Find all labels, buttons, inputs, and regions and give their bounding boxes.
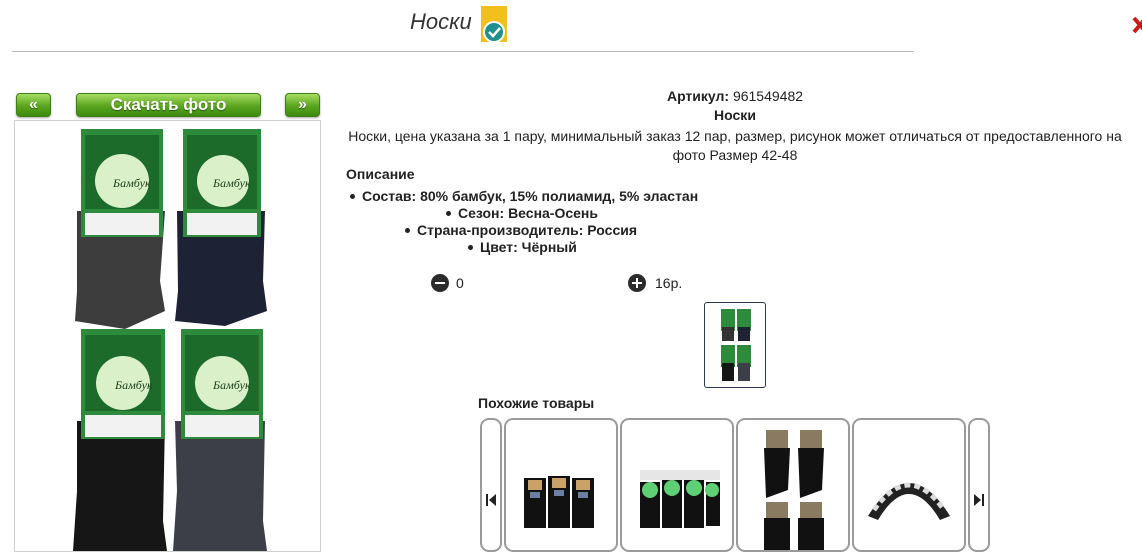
similar-product-card[interactable] (852, 418, 966, 552)
download-photo-button[interactable]: Скачать фото (76, 93, 261, 117)
prev-photo-button[interactable]: « (16, 93, 51, 117)
product-name: Носки (714, 107, 756, 123)
pack-label-1: Бамбук (112, 176, 151, 190)
similar-products-heading: Похожие товары (478, 395, 595, 411)
spec-item: Страна-производитель: Россия (405, 222, 637, 238)
similar-next-button[interactable] (968, 418, 990, 552)
header-divider (12, 51, 914, 52)
pack-label-4: Бамбук (212, 378, 251, 392)
sku-value: 961549482 (732, 88, 804, 104)
quantity-value: 0 (456, 275, 464, 291)
arrow-right-icon (974, 494, 984, 506)
close-icon[interactable] (1132, 14, 1142, 36)
similar-product-image (524, 476, 594, 528)
arrow-left-icon (486, 494, 496, 506)
similar-product-card[interactable] (620, 418, 734, 552)
main-product-photo[interactable]: Бамбук Бамбук Бамбук Бамбук (14, 120, 321, 552)
thumbnail-image (721, 309, 751, 381)
plus-icon[interactable] (628, 274, 646, 292)
sku-label: Артикул: (666, 88, 730, 104)
description-heading: Описание (346, 166, 415, 182)
product-description: Носки, цена указана за 1 пару, минимальн… (348, 128, 1122, 163)
verified-badge-icon (481, 6, 507, 43)
spec-item: Цвет: Чёрный (468, 239, 577, 255)
spec-item: Состав: 80% бамбук, 15% полиамид, 5% эла… (350, 188, 698, 204)
spec-item: Сезон: Весна-Осень (446, 205, 598, 221)
page-title: Носки (410, 9, 472, 34)
socks-photo-image: Бамбук Бамбук Бамбук Бамбук (73, 129, 267, 551)
price-value: 16р. (655, 275, 683, 291)
photo-thumbnail[interactable] (704, 302, 766, 388)
similar-product-card[interactable] (504, 418, 618, 552)
minus-icon[interactable] (431, 274, 449, 292)
sku-line: Артикул: 961549482 (335, 88, 1135, 104)
next-photo-button[interactable]: » (285, 93, 320, 117)
similar-prev-button[interactable] (480, 418, 502, 552)
similar-product-image (640, 470, 720, 528)
similar-product-image (868, 482, 950, 520)
similar-product-image (764, 430, 824, 550)
similar-product-card[interactable] (736, 418, 850, 552)
pack-label-2: Бамбук (212, 176, 251, 190)
pack-label-3: Бамбук (114, 378, 153, 392)
